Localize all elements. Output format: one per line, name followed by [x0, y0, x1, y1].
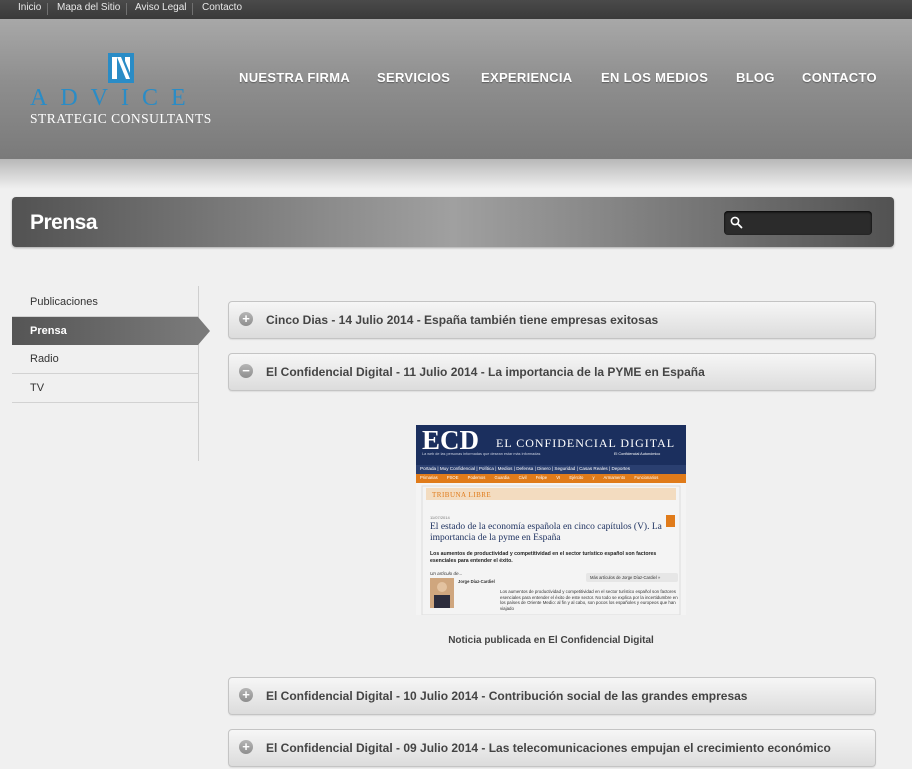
plus-icon[interactable]: + — [239, 740, 253, 754]
sidebar-item-radio[interactable]: Radio — [12, 345, 198, 374]
clipping-section: TRIBUNA LIBRE — [432, 491, 492, 499]
clipping-submenu-item: Funcionarios — [634, 475, 659, 480]
top-utility-bar: Inicio Mapa del Sitio Aviso Legal Contac… — [0, 0, 912, 19]
divider — [47, 3, 48, 15]
sidebar-item-label: Prensa — [30, 325, 67, 337]
clipping-menu: Portada | Muy Confidencial | Política | … — [420, 466, 631, 471]
clipping-date: 11/07/2014 — [430, 515, 450, 520]
accordion-title[interactable]: El Confidencial Digital - 09 Julio 2014 … — [266, 741, 831, 755]
nav-en-los-medios[interactable]: EN LOS MEDIOS — [601, 70, 708, 85]
clipping-byline-intro: Un artículo de... — [430, 571, 463, 576]
plus-icon[interactable]: + — [239, 688, 253, 702]
clipping-menu-item: Casas Reales — [579, 466, 608, 471]
clipping-submenu-item: Ejército y Armamento — [569, 475, 626, 480]
image-caption: Noticia publicada en El Confidencial Dig… — [448, 635, 654, 646]
sidebar-item-label: TV — [30, 382, 45, 394]
top-link-sitemap[interactable]: Mapa del Sitio — [57, 2, 120, 13]
sidebar-item-label: Publicaciones — [30, 296, 98, 308]
clipping-menu-item: Muy Confidencial — [439, 466, 476, 471]
clipping-body: Los aumentos de productividad y competit… — [500, 589, 678, 611]
logo-wordmark[interactable]: ADVICE — [30, 86, 199, 110]
accordion-title[interactable]: Cinco Dias - 14 Julio 2014 - España tamb… — [266, 313, 658, 327]
clipping-submenu: Primarias PSOE Podemos Guardia Civil Fel… — [420, 475, 684, 482]
accordion-item[interactable]: + El Confidencial Digital - 09 Julio 201… — [228, 729, 876, 767]
accordion-title[interactable]: El Confidencial Digital - 11 Julio 2014 … — [266, 365, 705, 379]
clipping-author: Jorge Díaz-Cardiel — [458, 579, 495, 584]
clipping-menu-item: Portada — [420, 466, 437, 471]
plus-icon[interactable]: + — [239, 312, 253, 326]
clipping-menu-item: Seguridad — [554, 466, 576, 471]
sidebar-item-tv[interactable]: TV — [12, 374, 198, 403]
accordion-item-expanded[interactable]: − El Confidencial Digital - 11 Julio 201… — [228, 353, 876, 391]
clipping-headline: El estado de la economía española en cin… — [430, 522, 662, 543]
clipping-submenu-item: Guardia Civil — [494, 475, 527, 480]
nav-blog[interactable]: BLOG — [736, 70, 775, 85]
clipping-submenu-item: Podemos — [467, 475, 486, 480]
nav-contacto[interactable]: CONTACTO — [802, 70, 877, 85]
clipping-menu-item: Defensa — [516, 466, 534, 471]
clipping-more-link: Más artículos de Jorge Díaz-Cardiel » — [590, 575, 661, 580]
news-clipping-image[interactable]: ECD EL CONFIDENCIAL DIGITAL La web de la… — [416, 425, 686, 615]
accordion-item[interactable]: + El Confidencial Digital - 10 Julio 201… — [228, 677, 876, 715]
clipping-menu-item: Deportes — [611, 466, 631, 471]
active-arrow-icon — [198, 317, 210, 345]
nav-servicios[interactable]: SERVICIOS — [377, 70, 450, 85]
clipping-section-tag: El Confidencial Autonómico — [614, 452, 661, 456]
clipping-menu-item: Medios — [497, 466, 513, 471]
sidebar-item-label: Radio — [30, 353, 59, 365]
divider — [192, 3, 193, 15]
minus-icon[interactable]: − — [239, 364, 253, 378]
header-shadow — [0, 159, 912, 189]
clipping-brand: ECD — [422, 425, 480, 455]
clipping-subhead: Los aumentos de productividad y competit… — [430, 551, 657, 564]
page-title-bar: Prensa — [12, 197, 894, 247]
search-icon[interactable] — [730, 216, 743, 229]
clipping-masthead: EL CONFIDENCIAL DIGITAL — [496, 436, 676, 450]
nav-nuestra-firma[interactable]: NUESTRA FIRMA — [239, 70, 350, 85]
logo-mark-icon[interactable] — [108, 53, 134, 83]
top-link-inicio[interactable]: Inicio — [18, 2, 41, 13]
top-link-contacto[interactable]: Contacto — [202, 2, 242, 13]
logo-subtitle: STRATEGIC CONSULTANTS — [30, 111, 212, 126]
clipping-submenu-item: Primarias PSOE — [420, 475, 459, 480]
search-input[interactable] — [748, 214, 866, 232]
clipping-submenu-item: Felipe VI — [535, 475, 561, 480]
page-title: Prensa — [30, 211, 98, 234]
divider — [126, 3, 127, 15]
sidebar-item-prensa[interactable]: Prensa — [12, 317, 210, 345]
nav-experiencia[interactable]: EXPERIENCIA — [481, 70, 572, 85]
clipping-menu-item: Política — [478, 466, 494, 471]
clipping-tagline: La web de las personas informadas que de… — [422, 452, 541, 456]
search-box[interactable] — [724, 211, 872, 235]
clipping-menu-item: Dinero — [537, 466, 551, 471]
sidebar: Publicaciones Prensa Radio TV — [12, 286, 210, 461]
top-link-legal[interactable]: Aviso Legal — [135, 2, 187, 13]
accordion-title[interactable]: El Confidencial Digital - 10 Julio 2014 … — [266, 689, 747, 703]
sidebar-item-publicaciones[interactable]: Publicaciones — [12, 288, 198, 317]
accordion-item[interactable]: + Cinco Dias - 14 Julio 2014 - España ta… — [228, 301, 876, 339]
